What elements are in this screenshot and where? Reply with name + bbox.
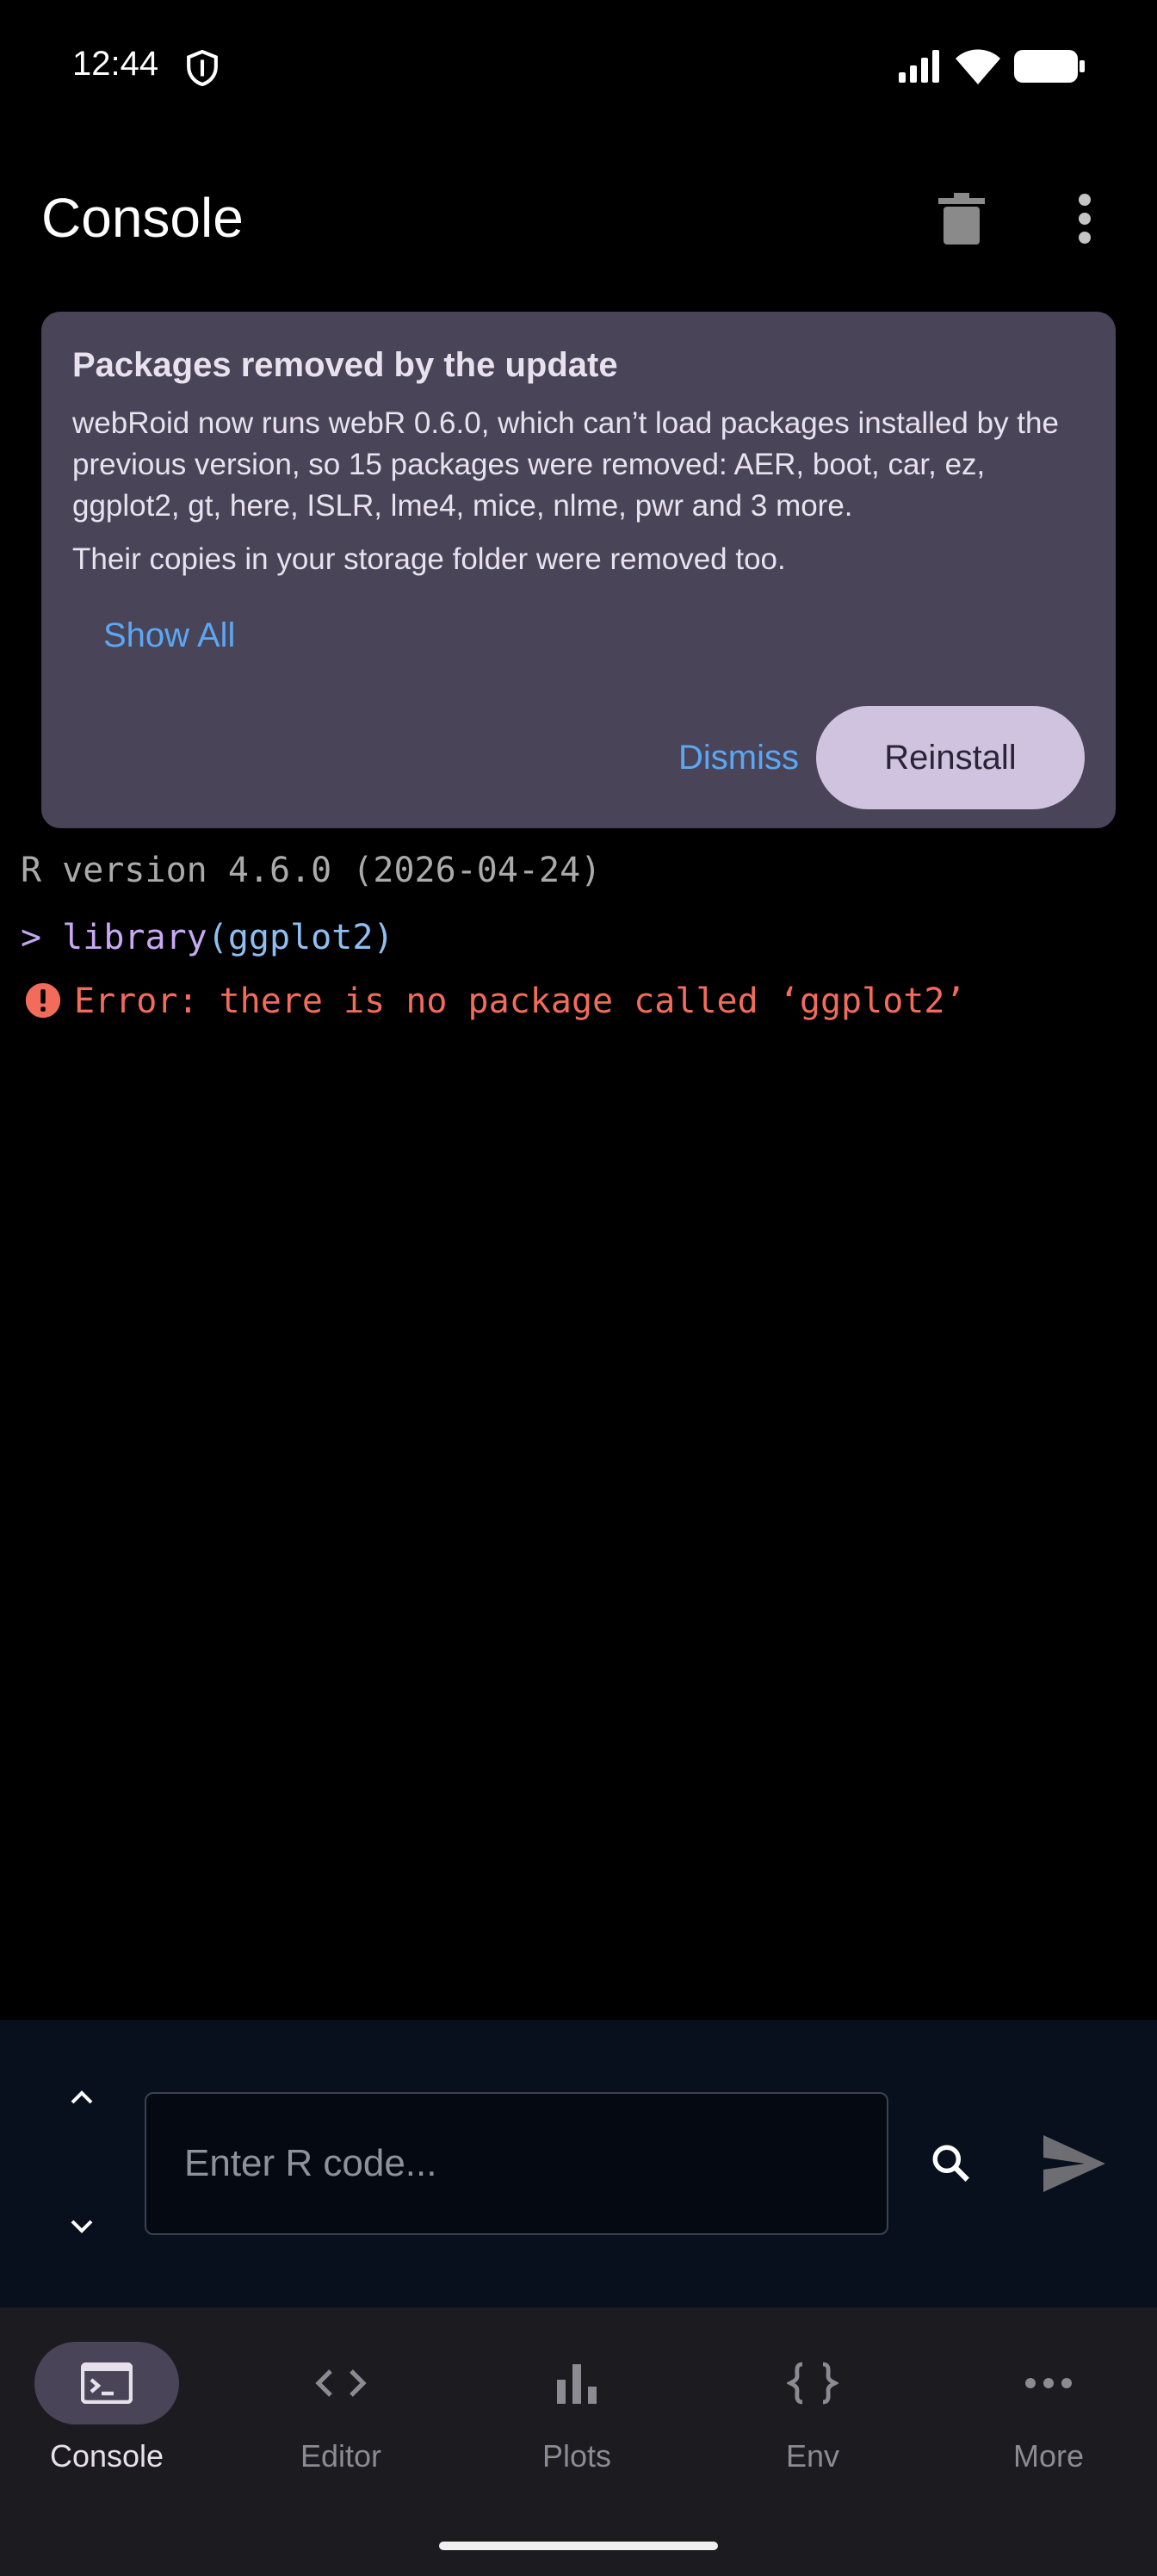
- banner-message: webRoid now runs webR 0.6.0, which can’t…: [72, 406, 1059, 523]
- history-up-icon[interactable]: [62, 2080, 102, 2115]
- history-down-icon[interactable]: [62, 2209, 102, 2244]
- send-icon[interactable]: [1043, 2135, 1105, 2192]
- battery-icon: [1014, 50, 1085, 83]
- dismiss-button[interactable]: Dismiss: [630, 706, 847, 809]
- command-function: library: [62, 918, 207, 957]
- packages-removed-banner: Packages removed by the update webRoid n…: [41, 312, 1116, 828]
- status-time: 12:44: [72, 45, 159, 83]
- console-prompt: >: [21, 918, 63, 957]
- code-icon: [315, 2369, 367, 2397]
- signal-icon: [899, 50, 939, 83]
- page-title: Console: [41, 187, 244, 249]
- nav-label-plots: Plots: [541, 2438, 612, 2474]
- nav-label-editor: Editor: [300, 2438, 382, 2474]
- shield-icon: [187, 50, 218, 86]
- wifi-icon: [956, 49, 1000, 84]
- braces-icon: [787, 2362, 838, 2405]
- nav-item-plots[interactable]: Plots: [491, 2342, 663, 2497]
- nav-label-env: Env: [785, 2438, 840, 2474]
- error-icon: [25, 982, 61, 1019]
- command-line: > library(ggplot2): [21, 918, 394, 957]
- terminal-icon: [81, 2362, 133, 2404]
- bar-chart-icon: [557, 2364, 597, 2404]
- r-code-input[interactable]: [145, 2092, 888, 2235]
- error-message: Error: there is no package called ‘ggplo…: [74, 981, 966, 1021]
- search-icon[interactable]: [930, 2142, 973, 2185]
- console-input-area: [0, 2020, 1157, 2307]
- nav-item-console[interactable]: Console: [21, 2342, 193, 2497]
- overflow-menu-icon[interactable]: [1067, 193, 1102, 245]
- nav-label-more: More: [1012, 2438, 1085, 2474]
- more-horiz-icon: [1025, 2378, 1072, 2388]
- command-args: (ggplot2): [207, 918, 394, 957]
- trash-icon[interactable]: [938, 193, 985, 245]
- nav-item-env[interactable]: Env: [727, 2342, 899, 2497]
- status-bar: 12:44: [0, 0, 1157, 138]
- banner-message-secondary: Their copies in your storage folder were…: [72, 542, 786, 576]
- bottom-navigation: Console Editor Plots Env More: [0, 2307, 1157, 2576]
- banner-title: Packages removed by the update: [72, 346, 618, 384]
- nav-item-editor[interactable]: Editor: [255, 2342, 427, 2497]
- show-all-button[interactable]: Show All: [103, 616, 235, 655]
- nav-item-more[interactable]: More: [962, 2342, 1135, 2497]
- home-indicator[interactable]: [439, 2542, 718, 2550]
- nav-label-console: Console: [49, 2438, 164, 2474]
- reinstall-button[interactable]: Reinstall: [816, 706, 1085, 809]
- r-version-line: R version 4.6.0 (2026-04-24): [21, 851, 602, 890]
